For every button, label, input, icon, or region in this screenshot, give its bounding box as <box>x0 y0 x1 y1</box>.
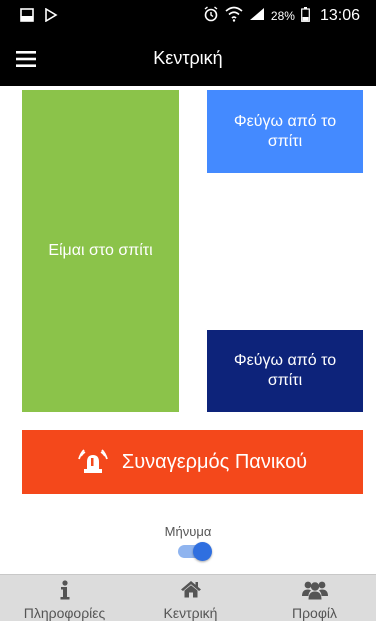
bottom-navigation: Πληροφορίες Κεντρική Προφίλ <box>0 574 376 621</box>
panic-alarm-label: Συναγερμός Πανικού <box>121 450 308 473</box>
battery-percent: 28% <box>270 8 295 23</box>
at-home-label: Είμαι στο σπίτι <box>48 242 153 259</box>
nav-label-profile: Προφίλ <box>291 605 338 621</box>
wifi-icon <box>225 6 243 25</box>
status-bar: 28% 13:06 <box>0 0 376 32</box>
page-title: Κεντρική <box>153 48 223 68</box>
leave-home-label-bottom: Φεύγω από το σπίτι <box>233 352 337 389</box>
nav-label-info: Πληροφορίες <box>23 605 106 621</box>
info-icon <box>59 580 71 605</box>
leave-home-button-bottom[interactable]: Φεύγω από το σπίτι <box>207 330 363 412</box>
battery-icon <box>301 6 310 25</box>
nav-item-home[interactable]: Κεντρική <box>128 575 253 621</box>
play-store-icon <box>44 7 58 27</box>
message-toggle[interactable] <box>178 542 212 561</box>
message-label: Μήνυμα <box>164 524 212 539</box>
app-bar: Κεντρική <box>0 32 376 86</box>
leave-home-label-top: Φεύγω από το σπίτι <box>233 112 337 150</box>
leave-home-button-top[interactable]: Φεύγω από το σπίτι <box>207 90 363 173</box>
signal-icon <box>249 7 265 24</box>
at-home-button[interactable]: Είμαι στο σπίτι <box>22 90 179 412</box>
toggle-knob <box>193 542 212 561</box>
panic-alarm-button[interactable]: Συναγερμός Πανικού <box>22 430 363 494</box>
nav-item-info[interactable]: Πληροφορίες <box>2 575 127 621</box>
clock: 13:06 <box>319 6 360 24</box>
screenshot-icon <box>20 8 34 27</box>
home-icon <box>180 580 202 603</box>
nav-label-home: Κεντρική <box>163 605 218 621</box>
users-icon <box>301 580 328 605</box>
alarm-icon <box>203 6 219 25</box>
nav-item-profile[interactable]: Προφίλ <box>252 575 376 621</box>
home-screen: 28% 13:06 Κεντρική Είμαι στο σπίτι Φεύγω… <box>0 0 376 621</box>
siren-icon <box>78 449 108 473</box>
